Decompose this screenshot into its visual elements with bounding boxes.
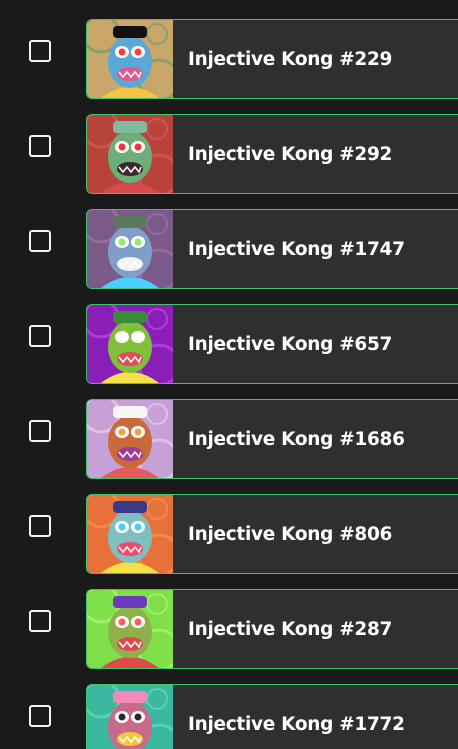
nft-card[interactable]: Injective Kong #806 [86, 494, 458, 574]
select-checkbox[interactable] [29, 135, 51, 157]
kong-avatar-image [87, 495, 173, 573]
nft-card[interactable]: Injective Kong #657 [86, 304, 458, 384]
nft-list-item: Injective Kong #657 [0, 304, 458, 384]
kong-avatar-image [87, 305, 173, 383]
kong-avatar-image [87, 685, 173, 749]
select-checkbox[interactable] [29, 230, 51, 252]
nft-list-item: Injective Kong #806 [0, 494, 458, 574]
nft-list: Injective Kong #229 Injective Kong #292 … [0, 0, 458, 749]
kong-avatar-image [87, 400, 173, 478]
nft-name: Injective Kong #806 [188, 524, 393, 545]
select-checkbox[interactable] [29, 325, 51, 347]
nft-list-item: Injective Kong #229 [0, 19, 458, 99]
nft-name: Injective Kong #1747 [188, 239, 405, 260]
nft-list-item: Injective Kong #1772 [0, 684, 458, 749]
nft-thumbnail [87, 400, 173, 478]
select-checkbox[interactable] [29, 705, 51, 727]
kong-avatar-image [87, 590, 173, 668]
select-checkbox[interactable] [29, 40, 51, 62]
nft-name: Injective Kong #1686 [188, 429, 405, 450]
nft-card[interactable]: Injective Kong #292 [86, 114, 458, 194]
nft-card[interactable]: Injective Kong #287 [86, 589, 458, 669]
nft-thumbnail [87, 115, 173, 193]
nft-name: Injective Kong #657 [188, 334, 393, 355]
nft-thumbnail [87, 495, 173, 573]
nft-thumbnail [87, 685, 173, 749]
nft-card[interactable]: Injective Kong #1747 [86, 209, 458, 289]
kong-avatar-image [87, 20, 173, 98]
kong-avatar-image [87, 115, 173, 193]
nft-list-item: Injective Kong #1747 [0, 209, 458, 289]
nft-card[interactable]: Injective Kong #1772 [86, 684, 458, 749]
nft-list-item: Injective Kong #287 [0, 589, 458, 669]
nft-name: Injective Kong #229 [188, 49, 393, 70]
nft-thumbnail [87, 20, 173, 98]
nft-card[interactable]: Injective Kong #1686 [86, 399, 458, 479]
nft-list-item: Injective Kong #1686 [0, 399, 458, 479]
nft-name: Injective Kong #287 [188, 619, 393, 640]
select-checkbox[interactable] [29, 420, 51, 442]
select-checkbox[interactable] [29, 610, 51, 632]
select-checkbox[interactable] [29, 515, 51, 537]
nft-list-item: Injective Kong #292 [0, 114, 458, 194]
nft-thumbnail [87, 210, 173, 288]
nft-name: Injective Kong #292 [188, 144, 393, 165]
nft-name: Injective Kong #1772 [188, 714, 405, 735]
kong-avatar-image [87, 210, 173, 288]
nft-thumbnail [87, 305, 173, 383]
nft-thumbnail [87, 590, 173, 668]
nft-card[interactable]: Injective Kong #229 [86, 19, 458, 99]
